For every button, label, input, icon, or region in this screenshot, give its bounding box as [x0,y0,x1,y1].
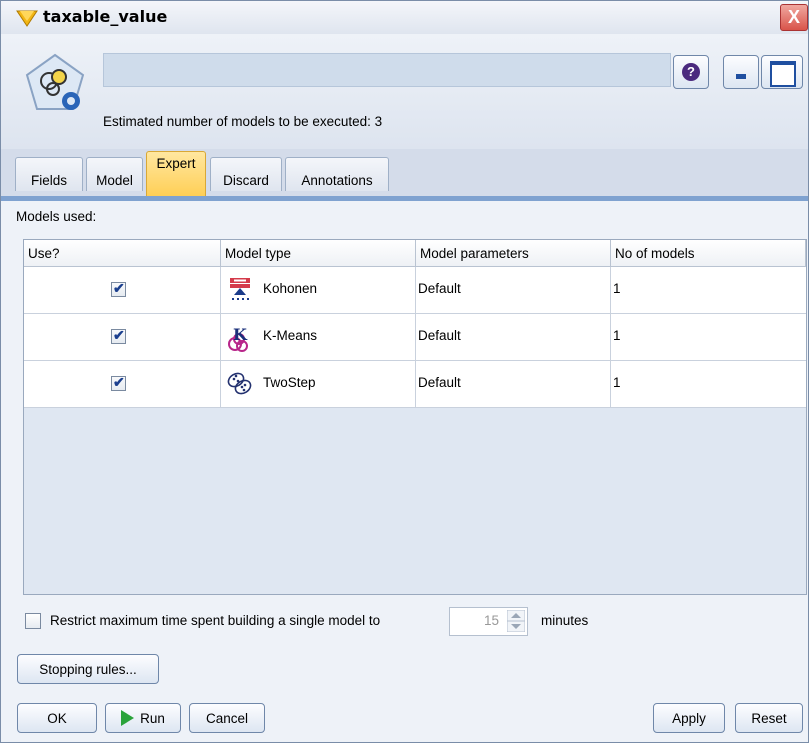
node-diamond-icon [16,10,38,27]
node-header [1,34,808,149]
dialog-window: taxable_value X ? Estimated number of mo… [0,0,809,743]
model-type-label: K-Means [263,328,318,343]
minutes-label: minutes [541,613,589,628]
spinner-arrows-icon[interactable] [507,610,525,632]
use-checkbox[interactable]: ✔ [111,280,126,297]
window-title: taxable_value [43,7,168,26]
tab-fields[interactable]: Fields [15,157,83,191]
apply-button[interactable]: Apply [653,703,725,733]
model-count-value: 1 [613,328,621,343]
run-button[interactable]: Run [105,703,181,733]
node-name-field[interactable] [103,53,671,87]
check-icon: ✔ [113,374,125,390]
cell-divider [415,314,416,360]
maximize-icon [770,61,796,87]
tab-discard[interactable]: Discard [210,157,282,191]
minimize-button[interactable] [723,55,759,89]
reset-button[interactable]: Reset [735,703,803,733]
cell-divider [415,361,416,407]
run-icon [121,710,135,727]
table-row[interactable]: ✔ K K-Means Default 1 [24,314,806,361]
cell-divider [220,314,221,360]
kmeans-icon: K [228,325,248,352]
maximize-button[interactable] [761,55,803,89]
cell-divider [415,267,416,313]
estimate-text: Estimated number of models to be execute… [103,114,383,129]
tab-annotations[interactable]: Annotations [285,157,389,191]
svg-text:K: K [233,325,248,344]
tab-model[interactable]: Model [86,157,143,191]
use-checkbox[interactable]: ✔ [111,327,126,344]
cell-divider [610,267,611,313]
model-params-value: Default [418,328,461,343]
help-icon: ? [682,63,700,81]
tab-expert[interactable]: Expert [146,151,206,196]
restrict-time-label: Restrict maximum time spent building a s… [50,613,381,628]
ok-button[interactable]: OK [17,703,97,733]
title-bar: taxable_value X [1,1,808,34]
column-header-no-of-models[interactable]: No of models [611,240,806,267]
table-row[interactable]: ✔ TwoStep Default 1 [24,361,806,408]
max-time-spinner[interactable]: 15 [449,607,528,636]
minimize-icon [736,74,746,79]
model-params-value: Default [418,281,461,296]
model-count-value: 1 [613,375,621,390]
close-button[interactable]: X [780,4,808,31]
model-type-label: Kohonen [263,281,318,296]
column-header-model-parameters[interactable]: Model parameters [416,240,611,267]
auto-cluster-icon [25,53,85,110]
kohonen-icon [230,278,250,300]
table-row[interactable]: ✔ Kohonen Default 1 [24,267,806,314]
model-type-label: TwoStep [263,375,316,390]
model-count-value: 1 [613,281,621,296]
models-used-label: Models used: [16,209,97,224]
cell-divider [610,314,611,360]
cell-divider [220,267,221,313]
column-header-model-type[interactable]: Model type [221,240,416,267]
cell-divider [220,361,221,407]
help-button[interactable]: ? [673,55,709,89]
use-checkbox[interactable]: ✔ [111,374,126,391]
check-icon: ✔ [113,280,125,296]
run-label: Run [140,711,165,726]
cancel-button[interactable]: Cancel [189,703,265,733]
check-icon: ✔ [113,327,125,343]
restrict-time-checkbox[interactable] [25,613,41,629]
max-time-value: 15 [483,613,499,628]
stopping-rules-button[interactable]: Stopping rules... [17,654,159,684]
cell-divider [610,361,611,407]
column-header-use[interactable]: Use? [24,240,221,267]
tab-expert-label: Expert [156,156,196,171]
twostep-icon [227,372,252,395]
model-params-value: Default [418,375,461,390]
